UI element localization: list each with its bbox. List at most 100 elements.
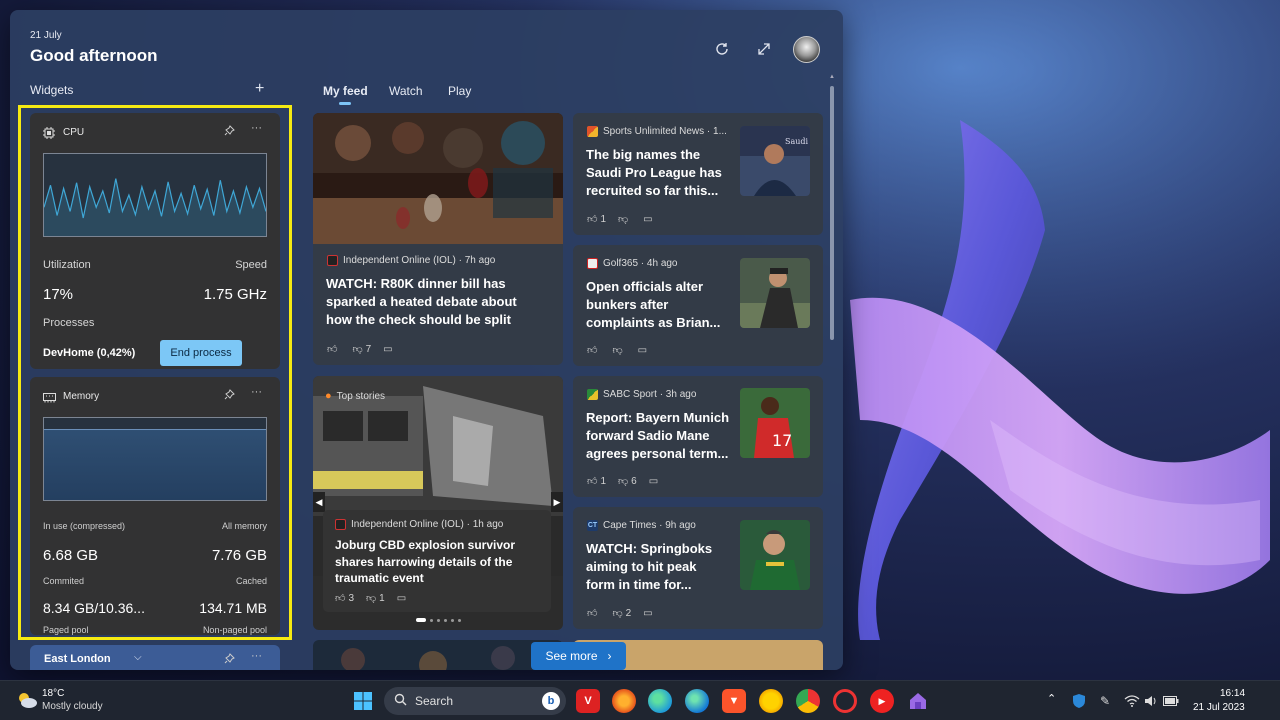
clock-date[interactable]: 21 Jul 2023 <box>1193 702 1245 713</box>
comment-icon[interactable]: ▭ <box>397 593 406 604</box>
source-text: Cape Times · 9h ago <box>603 520 696 531</box>
tab-watch[interactable]: Watch <box>389 84 423 98</box>
thumbs-down-icon: 👎︎ <box>612 608 623 619</box>
carousel-dot[interactable] <box>444 618 447 622</box>
carousel-dot[interactable] <box>451 618 454 622</box>
chrome-icon[interactable] <box>796 689 820 713</box>
news-card[interactable]: CT Cape Times · 9h ago WATCH: Springboks… <box>573 507 823 629</box>
comment-icon[interactable]: ▭ <box>383 344 392 355</box>
reactions-bar: 👍︎ 1 👎︎ 6 ▭ <box>587 475 658 488</box>
headline-line: forward Sadio Mane <box>586 428 710 443</box>
scroll-thumb[interactable] <box>830 86 834 340</box>
cape-times-logo-icon: CT <box>587 520 598 531</box>
like-button[interactable]: 👍︎ 1 <box>587 475 606 488</box>
dev-home-icon[interactable] <box>906 689 930 713</box>
news-thumbnail: 17 <box>740 388 810 458</box>
weather-widget[interactable]: East London ⌵ ··· <box>30 645 280 670</box>
edge-icon[interactable] <box>685 689 709 713</box>
svg-text:17: 17 <box>772 431 792 450</box>
volume-icon[interactable] <box>1142 689 1160 713</box>
dislike-button[interactable]: 👎︎ 6 <box>618 475 637 488</box>
profile-avatar[interactable] <box>793 36 820 63</box>
vivaldi-icon[interactable]: V <box>576 689 600 713</box>
like-button[interactable]: 👍︎ <box>327 343 340 355</box>
top-stories-carousel[interactable]: ● Top stories ◀ ▶ Independent Online (IO… <box>313 376 563 630</box>
temperature: 18°C <box>42 688 65 699</box>
tab-my-feed[interactable]: My feed <box>323 84 368 98</box>
headline-line: agrees personal term... <box>586 446 729 461</box>
highlight-box <box>18 105 292 640</box>
carousel-next-button[interactable]: ▶ <box>551 492 563 512</box>
taskbar-search[interactable]: Search b <box>384 687 566 715</box>
source-text: Golf365 · 4h ago <box>603 258 678 269</box>
tab-play[interactable]: Play <box>448 84 471 98</box>
carousel-dot[interactable] <box>430 618 433 622</box>
dislike-button[interactable]: 👎︎ 1 <box>366 592 385 605</box>
source-text: Sports Unlimited News · 1... <box>603 126 727 137</box>
firefox-icon[interactable] <box>612 689 636 713</box>
dislike-button[interactable]: 👎︎ <box>612 344 625 356</box>
headline-line: Open officials alter <box>586 279 704 294</box>
like-button[interactable]: 👍︎ 3 <box>335 592 354 605</box>
news-image <box>313 113 563 244</box>
comment-icon[interactable]: ▭ <box>638 345 647 356</box>
scroll-up-icon[interactable]: ▲ <box>829 74 835 80</box>
news-card[interactable] <box>313 640 563 670</box>
dislike-button[interactable]: 👎︎ 7 <box>352 343 371 356</box>
weather-location[interactable]: East London <box>44 653 111 665</box>
reactions-bar: 👍︎ 👎︎ 7 ▭ <box>327 343 393 356</box>
news-thumbnail: Saudi <box>740 126 810 196</box>
see-more-label: See more <box>545 649 598 663</box>
brave-icon[interactable]: ▼ <box>722 689 746 713</box>
carousel-dot[interactable] <box>458 618 461 622</box>
chevron-down-icon[interactable]: ⌵ <box>134 652 142 663</box>
news-card[interactable]: Golf365 · 4h ago Open officials alter bu… <box>573 245 823 366</box>
add-widget-button[interactable]: + <box>255 80 264 98</box>
pin-icon[interactable] <box>224 653 235 667</box>
fire-icon: ● <box>325 390 332 402</box>
iol-logo-icon <box>335 519 346 530</box>
more-options-icon[interactable]: ··· <box>251 650 262 662</box>
like-button[interactable]: 👍︎ <box>587 607 600 619</box>
youtube-music-icon[interactable]: ▶ <box>870 689 894 713</box>
bing-icon[interactable]: b <box>542 692 560 710</box>
dislike-button[interactable]: 👎︎ 2 <box>612 607 632 620</box>
wifi-icon[interactable] <box>1123 689 1141 713</box>
carousel-dots <box>416 618 461 622</box>
opera-icon[interactable] <box>833 689 857 713</box>
news-card[interactable]: SABC Sport · 3h ago Report: Bayern Munic… <box>573 376 823 497</box>
headline-line: traumatic event <box>335 571 424 585</box>
taskbar: 18°C Mostly cloudy Search b V ▼ ▶ ⌃ ✎ 16… <box>0 680 1280 720</box>
chevron-up-icon[interactable]: ⌃ <box>1047 692 1056 705</box>
carousel-prev-button[interactable]: ◀ <box>313 492 325 512</box>
news-card[interactable]: Sports Unlimited News · 1... The big nam… <box>573 113 823 235</box>
comment-icon[interactable]: ▭ <box>643 608 652 619</box>
source-text: SABC Sport · 3h ago <box>603 389 697 400</box>
security-shield-icon[interactable] <box>1070 689 1088 713</box>
like-button[interactable]: 👍︎ <box>587 344 600 356</box>
battery-icon[interactable] <box>1162 689 1180 713</box>
carousel-dot-active[interactable] <box>416 618 426 622</box>
dislike-count: 2 <box>625 607 632 619</box>
news-card[interactable]: Independent Online (IOL) · 7h ago WATCH:… <box>313 113 563 365</box>
headline-line: form in time for... <box>586 577 692 592</box>
headline-line: Report: Bayern Munich <box>586 410 730 425</box>
like-button[interactable]: 👍︎ 1 <box>587 213 606 226</box>
pen-icon[interactable]: ✎ <box>1096 689 1114 713</box>
news-thumbnail <box>740 258 810 328</box>
comment-icon[interactable]: ▭ <box>649 476 658 487</box>
weather-button[interactable]: 18°C Mostly cloudy <box>12 687 132 715</box>
comment-icon[interactable]: ▭ <box>643 214 652 225</box>
see-more-button[interactable]: See more › <box>531 642 626 670</box>
headline-line: sparked a heated debate about <box>326 294 517 309</box>
refresh-icon[interactable] <box>711 38 733 60</box>
expand-icon[interactable] <box>753 38 775 60</box>
carousel-dot[interactable] <box>437 618 440 622</box>
start-button-icon[interactable] <box>351 689 375 713</box>
feed-scrollbar[interactable]: ▲ <box>829 74 835 669</box>
clock-time[interactable]: 16:14 <box>1220 688 1245 699</box>
chrome-canary-icon[interactable] <box>759 689 783 713</box>
panel-date: 21 July <box>30 30 62 41</box>
dislike-button[interactable]: 👎︎ <box>618 213 631 225</box>
edge-canary-icon[interactable] <box>648 689 672 713</box>
